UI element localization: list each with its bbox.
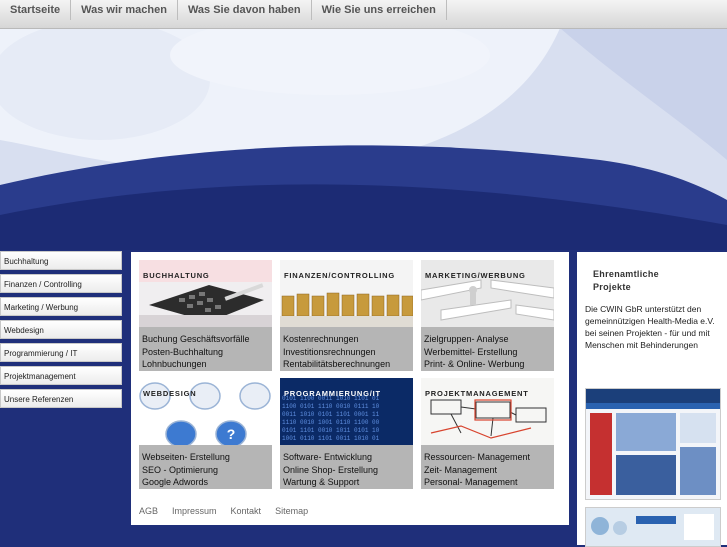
footer-link-kontakt[interactable]: Kontakt: [231, 506, 262, 516]
panel-heading: Ehrenamtliche Projekte: [593, 268, 659, 294]
card-line: Ressourcen- Management: [424, 452, 531, 462]
service-card-webdesign[interactable]: ? WEBDESIGN Webseiten- Erstellung SEO - …: [139, 378, 272, 489]
project-banner-thumbnail[interactable]: [585, 507, 721, 547]
svg-text:1001 0110 1101 0011 1010 01: 1001 0110 1101 0011 1010 01: [282, 435, 380, 442]
card-title: PROJEKTMANAGEMENT: [425, 389, 529, 398]
card-line: Zielgruppen- Analyse: [424, 334, 509, 344]
card-line: Werbemittel- Erstellung: [424, 346, 518, 357]
card-title: WEBDESIGN: [143, 389, 197, 398]
service-card-buchhaltung[interactable]: BUCHHALTUNG Buchung Geschäftsvorfälle Po…: [139, 260, 272, 371]
card-line: Print- & Online- Werbung: [424, 359, 525, 369]
svg-text:1110 0010 1001 0110 1100 00: 1110 0010 1001 0110 1100 00: [282, 419, 380, 426]
card-line: Wartung & Support: [283, 477, 360, 487]
panel-heading-line: Ehrenamtliche: [593, 269, 659, 279]
service-card-marketing[interactable]: MARKETING/WERBUNG Zielgruppen- Analyse W…: [421, 260, 554, 371]
sidebar-item-programmierung[interactable]: Programmierung / IT: [0, 343, 122, 362]
card-line: Software- Entwicklung: [283, 452, 373, 462]
service-card-programmierung[interactable]: 0101 1100 0011 1010 1101 01 1100 0101 11…: [280, 378, 413, 489]
nav-startseite[interactable]: Startseite: [0, 0, 72, 20]
project-screenshot-thumbnail[interactable]: [585, 388, 721, 500]
footer-link-impressum[interactable]: Impressum: [172, 506, 217, 516]
sidebar-item-buchhaltung[interactable]: Buchhaltung: [0, 251, 122, 270]
svg-text:?: ?: [227, 426, 236, 442]
right-panel: Ehrenamtliche Projekte Die CWIN GbR unte…: [577, 252, 727, 547]
card-line: Webseiten- Erstellung: [142, 452, 230, 462]
top-navigation: Startseite Was wir machen Was Sie davon …: [0, 0, 727, 29]
service-card-projektmanagement[interactable]: PROJEKTMANAGEMENT Ressourcen- Management…: [421, 378, 554, 489]
service-card-finanzen[interactable]: FINANZEN/CONTROLLING Kostenrechnungen In…: [280, 260, 413, 371]
nav-wie-sie-uns-erreichen[interactable]: Wie Sie uns erreichen: [312, 0, 447, 20]
card-line: Google Adwords: [142, 477, 209, 487]
footer-links: AGB Impressum Kontakt Sitemap: [139, 506, 308, 516]
nav-was-sie-davon-haben[interactable]: Was Sie davon haben: [178, 0, 312, 20]
card-line: Personal- Management: [424, 477, 518, 487]
card-line: Online Shop- Erstellung: [283, 464, 379, 475]
panel-text: Die CWIN GbR unterstützt den gemeinnützi…: [585, 304, 715, 350]
sidebar-item-marketing[interactable]: Marketing / Werbung: [0, 297, 122, 316]
card-line: Investitionsrechnungen: [283, 346, 376, 357]
card-line: Rentabilitätsberechnungen: [283, 359, 391, 369]
nav-was-wir-machen[interactable]: Was wir machen: [71, 0, 178, 20]
card-line: Kostenrechnungen: [283, 334, 359, 344]
sidebar-item-webdesign[interactable]: Webdesign: [0, 320, 122, 339]
svg-text:1100 0101 1110 0010 0111 10: 1100 0101 1110 0010 0111 10: [282, 403, 380, 410]
card-line: SEO - Optimierung: [142, 464, 219, 475]
card-line: Posten-Buchhaltung: [142, 346, 224, 357]
sidebar-item-finanzen[interactable]: Finanzen / Controlling: [0, 274, 122, 293]
card-title: FINANZEN/CONTROLLING: [284, 271, 395, 280]
sidebar-menu: Buchhaltung Finanzen / Controlling Marke…: [0, 251, 122, 412]
card-title: MARKETING/WERBUNG: [425, 271, 526, 280]
main-content: BUCHHALTUNG Buchung Geschäftsvorfälle Po…: [131, 252, 569, 525]
footer-link-sitemap[interactable]: Sitemap: [275, 506, 308, 516]
card-title: BUCHHALTUNG: [143, 271, 210, 280]
svg-text:0101 1101 0010 1011 0101 10: 0101 1101 0010 1011 0101 10: [282, 427, 380, 434]
card-title: PROGRAMMIERUNG/IT: [284, 389, 381, 398]
card-line: Lohnbuchungen: [142, 359, 207, 369]
panel-heading-line: Projekte: [593, 282, 631, 292]
sidebar-item-referenzen[interactable]: Unsere Referenzen: [0, 389, 122, 408]
card-line: Buchung Geschäftsvorfälle: [142, 334, 250, 344]
footer-link-agb[interactable]: AGB: [139, 506, 158, 516]
svg-text:0011 1010 0101 1101 0001 11: 0011 1010 0101 1101 0001 11: [282, 411, 380, 418]
card-line: Zeit- Management: [424, 464, 498, 475]
sidebar-item-projektmanagement[interactable]: Projektmanagement: [0, 366, 122, 385]
